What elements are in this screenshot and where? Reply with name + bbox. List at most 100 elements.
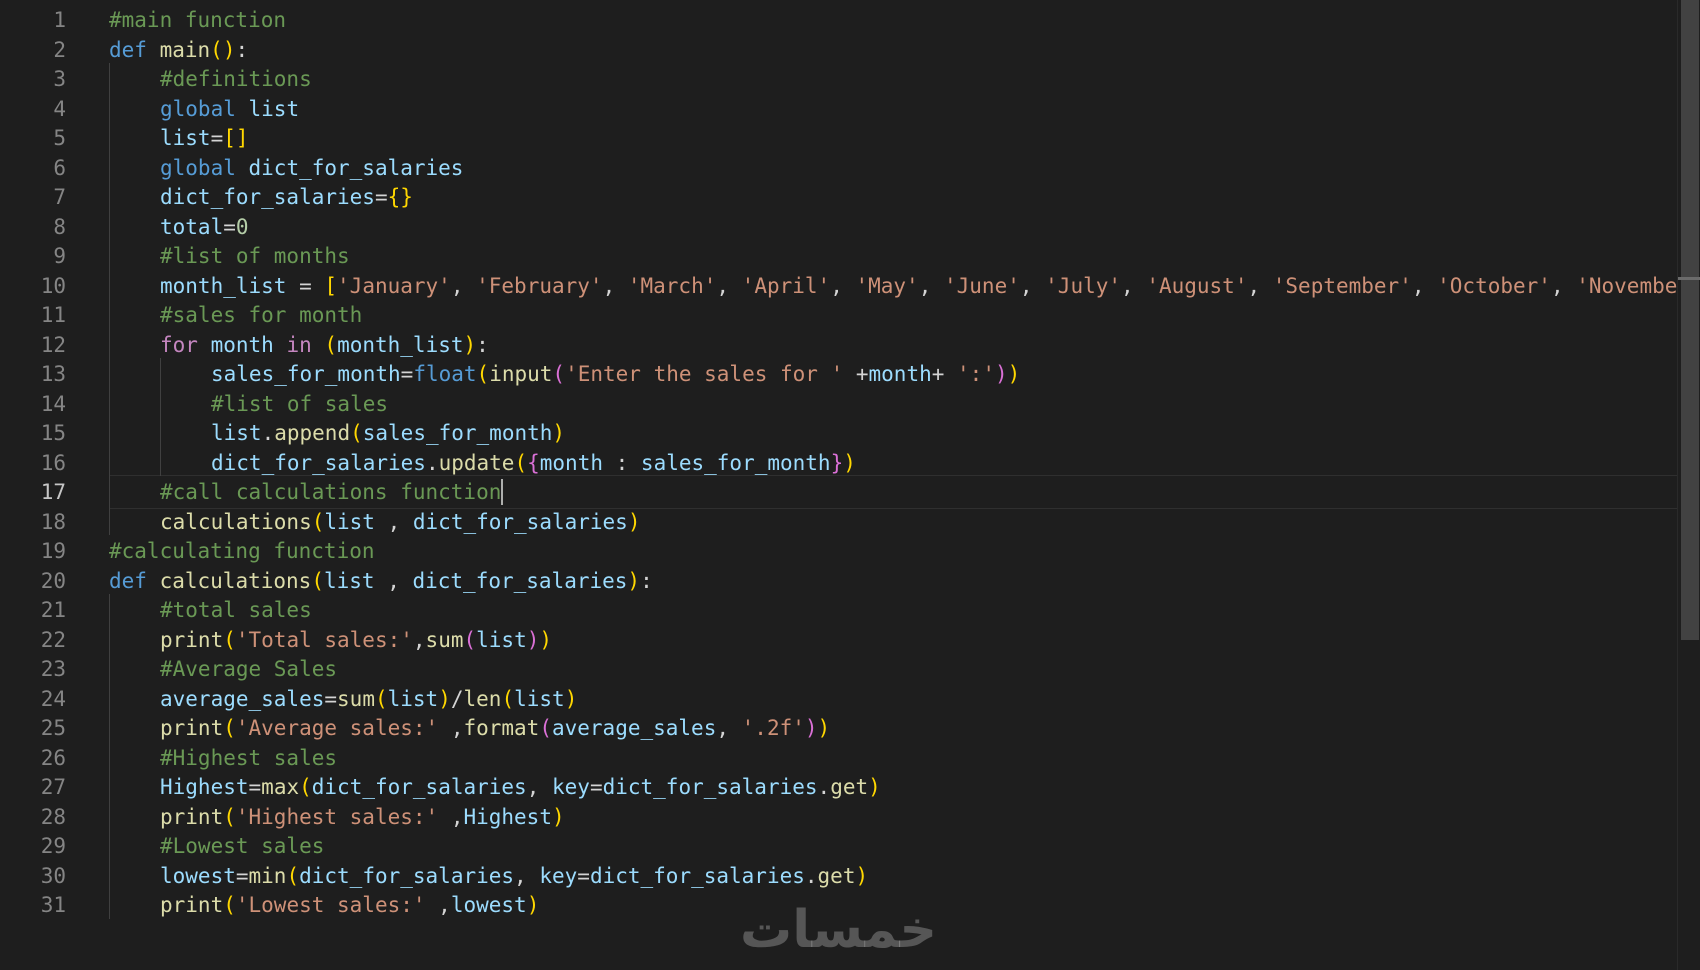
line-number[interactable]: 18 xyxy=(6,506,66,538)
code-line[interactable]: for month in (month_list): xyxy=(160,329,489,361)
code-line[interactable]: #main function xyxy=(109,4,286,36)
code-line[interactable]: #calculating function xyxy=(109,535,375,567)
code-line[interactable]: #call calculations function xyxy=(160,476,503,508)
code-line[interactable]: lowest=min(dict_for_salaries, key=dict_f… xyxy=(160,860,868,892)
code-line[interactable]: #sales for month xyxy=(160,299,362,331)
code-line[interactable]: calculations(list , dict_for_salaries) xyxy=(160,506,640,538)
code-token: ) xyxy=(627,568,641,593)
line-number[interactable]: 9 xyxy=(6,240,66,272)
code-token: , xyxy=(412,627,426,652)
line-number[interactable]: 15 xyxy=(6,417,66,449)
line-number[interactable]: 4 xyxy=(6,93,66,125)
code-line[interactable]: list.append(sales_for_month) xyxy=(211,417,565,449)
code-line[interactable]: def main(): xyxy=(109,34,248,66)
code-token: ) xyxy=(438,686,451,711)
code-line[interactable]: print('Highest sales:' ,Highest) xyxy=(160,801,565,833)
code-token: + xyxy=(843,362,869,386)
code-token: ( xyxy=(299,775,312,799)
line-number[interactable]: 11 xyxy=(6,299,66,331)
line-number[interactable]: 6 xyxy=(6,152,66,184)
line-number[interactable]: 2 xyxy=(6,34,66,66)
line-number[interactable]: 24 xyxy=(6,683,66,715)
code-token: #list of months xyxy=(160,244,350,268)
code-line[interactable]: month_list = ['January', 'February', 'Ma… xyxy=(160,270,1677,302)
line-number[interactable]: 3 xyxy=(6,63,66,95)
line-number[interactable]: 26 xyxy=(6,742,66,774)
line-number[interactable]: 30 xyxy=(6,860,66,892)
line-number[interactable]: 1 xyxy=(6,4,66,36)
code-line[interactable]: print('Total sales:',sum(list)) xyxy=(160,624,552,656)
code-line[interactable]: average_sales=sum(list)/len(list) xyxy=(160,683,577,715)
code-token: dict_for_salaries xyxy=(602,775,818,799)
code-token: sales_for_month xyxy=(640,450,831,475)
line-number[interactable]: 5 xyxy=(6,122,66,154)
vertical-scrollbar[interactable] xyxy=(1677,0,1700,970)
code-line[interactable]: sales_for_month=float(input('Enter the s… xyxy=(211,358,1020,390)
code-line[interactable]: dict_for_salaries={} xyxy=(160,181,413,213)
code-line[interactable]: list=[] xyxy=(160,122,249,154)
code-token: { xyxy=(527,450,540,475)
line-number[interactable]: 12 xyxy=(6,329,66,361)
line-number[interactable]: 22 xyxy=(6,624,66,656)
line-number[interactable]: 8 xyxy=(6,211,66,243)
code-token: 'March' xyxy=(627,273,717,298)
code-token: ) xyxy=(526,627,540,652)
line-number[interactable]: 25 xyxy=(6,712,66,744)
code-line[interactable]: #Lowest sales xyxy=(160,830,324,862)
line-number[interactable]: 21 xyxy=(6,594,66,626)
code-line[interactable]: #list of sales xyxy=(211,388,388,420)
code-token: 'October' xyxy=(1437,273,1551,298)
line-number[interactable]: 17 xyxy=(6,476,66,508)
code-line[interactable]: print('Average sales:' ,format(average_s… xyxy=(160,712,830,744)
line-number[interactable]: 28 xyxy=(6,801,66,833)
line-number-gutter[interactable]: 1 2 3 4 5 6 7 8 9 10 11 12 13 14 15 16 17 18 19 20 21 22 23 24 2… xyxy=(0,0,90,970)
code-token: ) xyxy=(539,627,553,652)
line-number[interactable]: 16 xyxy=(6,447,66,479)
code-token: , xyxy=(374,509,413,534)
code-token: ( xyxy=(374,686,388,711)
line-number[interactable]: 31 xyxy=(6,889,66,921)
code-line[interactable]: #total sales xyxy=(160,594,312,626)
code-token: float xyxy=(413,362,477,386)
code-token: lowest xyxy=(450,893,527,917)
code-token: 'February' xyxy=(476,273,603,298)
line-number[interactable]: 19 xyxy=(6,535,66,567)
code-line[interactable]: print('Lowest sales:' ,lowest) xyxy=(160,889,539,921)
code-line[interactable]: global list xyxy=(160,93,299,125)
code-token: = xyxy=(286,273,325,298)
code-line[interactable]: #definitions xyxy=(160,63,312,95)
code-line[interactable]: global dict_for_salaries xyxy=(160,152,463,184)
code-token: 'April' xyxy=(741,273,831,298)
code-line[interactable]: dict_for_salaries.update({month : sales_… xyxy=(211,447,856,479)
code-line[interactable]: #Highest sales xyxy=(160,742,337,774)
line-number[interactable]: 23 xyxy=(6,653,66,685)
code-token: ( xyxy=(501,686,515,711)
code-token: ( xyxy=(552,362,566,386)
code-token: Highest xyxy=(160,775,249,799)
line-number[interactable]: 10 xyxy=(6,270,66,302)
code-editor[interactable]: 1 2 3 4 5 6 7 8 9 10 11 12 13 14 15 16 17 18 19 20 21 22 23 24 2… xyxy=(0,0,1700,970)
code-token: ) xyxy=(526,893,540,917)
code-line[interactable]: #Average Sales xyxy=(160,653,337,685)
code-token: ( xyxy=(514,450,528,475)
line-number[interactable]: 7 xyxy=(6,181,66,213)
code-line[interactable]: def calculations(list , dict_for_salarie… xyxy=(109,565,653,597)
line-number[interactable]: 20 xyxy=(6,565,66,597)
line-number[interactable]: 14 xyxy=(6,388,66,420)
code-token: 'May' xyxy=(855,273,919,298)
line-number[interactable]: 13 xyxy=(6,358,66,390)
code-token: ( xyxy=(350,421,363,445)
code-token: : xyxy=(640,568,653,593)
code-token: = xyxy=(374,185,388,209)
code-token: , xyxy=(602,273,628,298)
code-line[interactable]: #list of months xyxy=(160,240,350,272)
scrollbar-thumb[interactable] xyxy=(1681,0,1699,640)
code-line[interactable]: total=0 xyxy=(160,211,249,243)
line-number[interactable]: 29 xyxy=(6,830,66,862)
code-token: ) xyxy=(552,421,566,445)
code-area[interactable]: #main function def main(): #definitions glo… xyxy=(109,0,1677,970)
line-number[interactable]: 27 xyxy=(6,771,66,803)
code-line[interactable]: Highest=max(dict_for_salaries, key=dict_… xyxy=(160,771,881,803)
code-token: ( xyxy=(311,568,324,593)
